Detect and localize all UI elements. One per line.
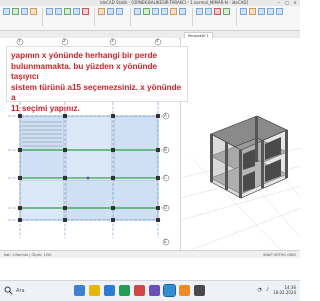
axis-label-column: 4	[156, 38, 159, 43]
idecad-app-icon[interactable]	[163, 284, 176, 297]
app-icon[interactable]	[119, 285, 130, 296]
tool-icon[interactable]	[134, 8, 141, 15]
building-3d-model	[181, 115, 301, 250]
tool-icon[interactable]	[258, 8, 265, 15]
perspective-view[interactable]	[180, 38, 301, 250]
taskbar-search[interactable]: Ara	[4, 286, 25, 295]
ribbon-separator	[42, 8, 43, 26]
tool-icon[interactable]	[107, 8, 114, 15]
clock-date: 18.02.2024	[273, 290, 296, 295]
tool-icon[interactable]	[64, 8, 71, 15]
ribbon-group-5	[196, 8, 230, 24]
volume-icon[interactable]: ♪	[266, 287, 269, 293]
empty-area	[0, 258, 300, 280]
app-icon[interactable]	[149, 285, 160, 296]
taskbar-apps	[74, 284, 205, 297]
tool-icon[interactable]	[161, 8, 168, 15]
axis-label-row: B	[164, 147, 167, 152]
axis-label-row: D	[164, 205, 168, 210]
clock[interactable]: 14:36 18.02.2024	[273, 285, 296, 295]
axis-label-row: E	[164, 239, 167, 244]
ribbon-separator	[236, 8, 237, 26]
app-icon[interactable]	[134, 285, 145, 296]
ribbon-separator	[192, 8, 193, 26]
tool-icon[interactable]	[82, 8, 89, 15]
note-line: yapının x yönünde herhangi bir perde	[11, 51, 158, 60]
note-line: sistem türünü a15 seçemezsiniz. x yönünd…	[11, 82, 182, 103]
tool-icon[interactable]	[152, 8, 159, 15]
tool-icon[interactable]	[46, 8, 53, 15]
tool-icon[interactable]	[116, 8, 123, 15]
app-icon[interactable]	[194, 285, 205, 296]
axis-label-column: 1	[18, 38, 21, 43]
search-label: Ara	[16, 287, 25, 294]
tool-icon[interactable]	[73, 8, 80, 15]
ribbon-toolbar	[0, 6, 300, 31]
app-window: ideCAD Statik - [ORNEK-BALIKESIR-TARAKCI…	[0, 0, 301, 301]
axis-label-row: C	[164, 175, 167, 180]
tool-icon[interactable]	[196, 8, 203, 15]
tool-icon[interactable]	[12, 8, 19, 15]
ribbon-separator	[130, 8, 131, 26]
tool-icon[interactable]	[98, 8, 105, 15]
note-line: bulunmamakta. bu yüzden x yönünde taşıyı…	[11, 61, 158, 82]
wifi-icon[interactable]: ◔	[258, 287, 262, 293]
instruction-note: yapının x yönünde herhangi bir perde bul…	[6, 46, 188, 113]
tool-icon[interactable]	[55, 8, 62, 15]
tool-icon[interactable]	[170, 8, 177, 15]
ribbon-group-1	[3, 8, 37, 24]
note-line: 11 seçimi yapınız.	[11, 103, 80, 113]
search-icon	[4, 286, 13, 295]
ribbon-group-2	[46, 8, 89, 24]
tool-icon[interactable]	[21, 8, 28, 15]
tool-icon[interactable]	[143, 8, 150, 15]
ribbon-group-3	[98, 8, 123, 24]
tool-icon[interactable]	[267, 8, 274, 15]
tool-icon[interactable]	[179, 8, 186, 15]
tool-icon[interactable]	[30, 8, 37, 15]
tool-icon[interactable]	[205, 8, 212, 15]
app-icon[interactable]	[179, 285, 190, 296]
system-tray: ◔ ♪ 14:36 18.02.2024	[258, 285, 296, 295]
tool-icon[interactable]	[276, 8, 283, 15]
start-icon[interactable]	[74, 285, 85, 296]
axis-label-column: 2	[63, 38, 66, 43]
ribbon-separator	[94, 8, 95, 26]
file-explorer-icon[interactable]	[89, 285, 100, 296]
tool-icon[interactable]	[249, 8, 256, 15]
axis-label-column: 3	[111, 38, 114, 43]
tool-icon[interactable]	[223, 8, 230, 15]
tool-icon[interactable]	[214, 8, 221, 15]
ribbon-group-6	[240, 8, 283, 24]
browser-icon[interactable]	[104, 285, 115, 296]
taskbar: Ara ◔ ♪ 14:36 18.02.2024	[0, 280, 300, 301]
ribbon-group-4	[134, 8, 186, 24]
tool-icon[interactable]	[240, 8, 247, 15]
tool-icon[interactable]	[3, 8, 10, 15]
